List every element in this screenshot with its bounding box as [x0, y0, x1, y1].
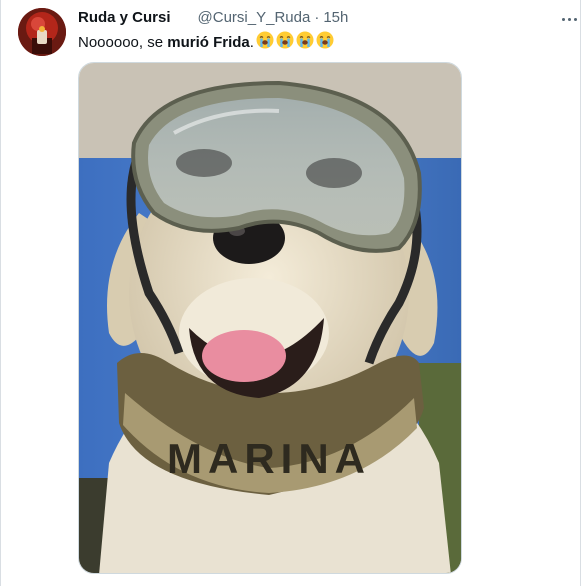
display-name[interactable]: Ruda y Cursi — [78, 9, 171, 27]
tweet-photo[interactable]: MARINA — [78, 62, 462, 574]
dog-photo: MARINA — [79, 63, 461, 573]
emoji-row — [254, 31, 334, 55]
crying-face-emoji-icon — [256, 31, 274, 49]
tweet-text-bold: murió Frida — [167, 34, 250, 51]
avatar-image — [18, 8, 66, 56]
avatar[interactable] — [18, 8, 66, 56]
timeline-column: Ruda y Cursi @Cursi_Y_Ruda · 15h Noooooo… — [0, 0, 581, 586]
separator-dot: · — [314, 9, 320, 26]
tweet-text-plain: Noooooo, se — [78, 34, 168, 51]
crying-face-emoji-icon — [296, 31, 314, 49]
collar-text: MARINA — [167, 435, 371, 482]
tweet-text: Noooooo, se murió Frida . — [78, 31, 334, 55]
crying-face-emoji-icon — [316, 31, 334, 49]
more-horizontal-icon[interactable] — [557, 9, 581, 29]
user-handle[interactable]: @Cursi_Y_Ruda — [198, 9, 311, 27]
tweet-header: Ruda y Cursi @Cursi_Y_Ruda · 15h — [78, 9, 348, 27]
crying-face-emoji-icon — [276, 31, 294, 49]
timestamp[interactable]: 15h — [323, 9, 348, 27]
tweet[interactable]: Ruda y Cursi @Cursi_Y_Ruda · 15h Noooooo… — [1, 0, 581, 586]
